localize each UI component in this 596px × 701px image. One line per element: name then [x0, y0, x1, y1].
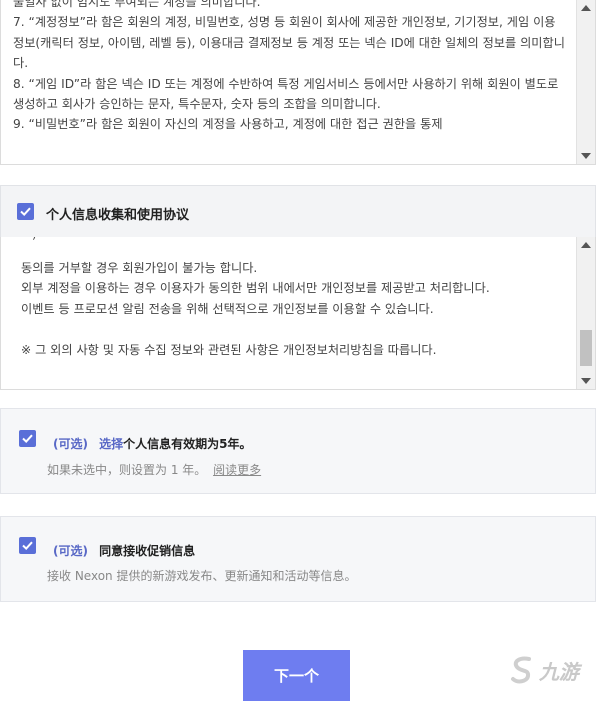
watermark-s-icon: [511, 656, 531, 684]
privacy-scroll-thumb[interactable]: [580, 330, 592, 366]
privacy-section-title: 个人信息收集和使用协议: [46, 208, 190, 223]
check-icon: [20, 207, 31, 217]
select-link[interactable]: 选择: [99, 437, 123, 451]
read-more-link[interactable]: 阅读更多: [213, 463, 261, 477]
terms-scrollbar[interactable]: [576, 0, 595, 164]
privacy-text: 동의를 거부할 경우 회원가입이 불가능 합니다. 외부 계정을 이용하는 경우…: [21, 261, 490, 357]
privacy-section-header: 个人信息收集和使用协议: [0, 185, 596, 239]
watermark-text: 九游: [539, 659, 579, 684]
terms-scroll-thumb[interactable]: [580, 20, 592, 50]
optional-tag: (可选): [53, 437, 88, 451]
validity-description: 如果未选中，则设置为 1 年。 阅读更多: [47, 461, 261, 478]
scroll-up-arrow-icon[interactable]: [581, 242, 591, 248]
validity-checkbox[interactable]: [19, 430, 36, 447]
clipped-text-fragment: ㄹ): [21, 237, 37, 242]
promotion-checkbox[interactable]: [19, 537, 36, 554]
validity-desc-text: 如果未选中，则设置为 1 年。: [47, 463, 207, 477]
scroll-up-arrow-icon[interactable]: [581, 5, 591, 11]
privacy-scrollbar[interactable]: [576, 237, 595, 389]
privacy-scroll-box[interactable]: ㄹ) 동의를 거부할 경우 회원가입이 불가능 합니다. 외부 계정을 이용하는…: [0, 237, 596, 390]
watermark-logo: 九游: [509, 653, 591, 687]
privacy-agree-checkbox[interactable]: [17, 203, 34, 220]
next-button[interactable]: 下一个: [243, 650, 350, 701]
promotion-label: (可选) 同意接收促销信息: [53, 540, 195, 559]
scroll-down-arrow-icon[interactable]: [581, 378, 591, 384]
terms-scroll-box[interactable]: 불일사 없이 임시도 부여되는 계정을 의미합니다. 7. “계정정보”라 함은…: [0, 0, 596, 165]
terms-text: 불일사 없이 임시도 부여되는 계정을 의미합니다. 7. “계정정보”라 함은…: [13, 0, 565, 132]
check-icon: [22, 541, 33, 551]
option-promotion-card: (可选) 同意接收促销信息 接收 Nexon 提供的新游戏发布、更新通知和活动等…: [0, 516, 596, 602]
optional-tag: (可选): [53, 544, 88, 558]
option-validity-card: (可选) 选择个人信息有效期为5年。 如果未选中，则设置为 1 年。 阅读更多: [0, 408, 596, 494]
scroll-down-arrow-icon[interactable]: [581, 153, 591, 159]
validity-title: 个人信息有效期为5年。: [123, 437, 252, 451]
validity-label: (可选) 选择个人信息有效期为5年。: [53, 433, 251, 452]
promotion-title: 同意接收促销信息: [99, 544, 196, 558]
promotion-description: 接收 Nexon 提供的新游戏发布、更新通知和活动等信息。: [47, 569, 357, 583]
check-icon: [22, 434, 33, 444]
